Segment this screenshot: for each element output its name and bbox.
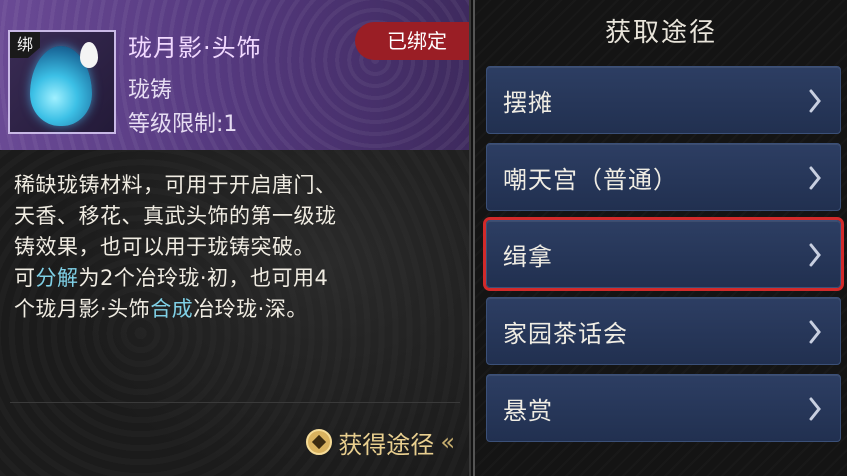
desc-line: 铸效果，也可以用于珑铸突破。 (14, 235, 315, 259)
desc-line: 个珑月影·头饰合成冶玲珑·深。 (14, 294, 454, 325)
source-panel: 获取途径 摆摊 嘲天宫（普通） 缉拿 家园茶话会 悬赏 (473, 0, 847, 476)
level-label: 等级限制 (128, 112, 217, 137)
item-description: 稀缺珑铸材料，可用于开启唐门、 天香、移花、真武头饰的第一级珑 铸效果，也可以用… (14, 170, 454, 325)
source-item-baitan[interactable]: 摆摊 (486, 66, 841, 134)
obtain-label: 获得途径 (338, 430, 435, 459)
desc-text: 为2个冶玲珑·初，也可用4 (78, 266, 329, 290)
bind-tag-icon: 绑 (10, 32, 40, 58)
decompose-link[interactable]: 分解 (36, 266, 79, 290)
double-chevron-left-icon: « (440, 428, 455, 456)
desc-line: 稀缺珑铸材料，可用于开启唐门、 (14, 173, 337, 197)
source-label: 嘲天宫（普通） (503, 165, 678, 194)
desc-text: 个珑月影·头饰 (14, 297, 151, 321)
source-item-bounty[interactable]: 悬赏 (486, 374, 841, 442)
synthesize-link[interactable]: 合成 (150, 297, 193, 321)
item-type: 珑铸 (128, 78, 173, 103)
chevron-right-icon (809, 243, 821, 267)
level-value: :1 (216, 112, 238, 137)
source-label: 缉拿 (503, 242, 553, 271)
item-icon-frame[interactable]: 绑 (8, 30, 116, 134)
item-level: 等级限制:1 (128, 106, 237, 138)
item-name: 珑月影·头饰 (128, 34, 262, 62)
source-label: 悬赏 (503, 396, 553, 425)
obtain-source-button[interactable]: 获得途径 « (306, 424, 455, 460)
desc-line: 可分解为2个冶玲珑·初，也可用4 (14, 263, 454, 294)
item-header: 绑 珑月影·头饰 珑铸 等级限制:1 已绑定 (0, 0, 469, 150)
source-label: 摆摊 (503, 88, 553, 117)
chevron-right-icon (809, 397, 821, 421)
desc-text: 冶玲珑·深。 (193, 297, 308, 321)
desc-text: 可 (14, 266, 36, 290)
source-item-tea-party[interactable]: 家园茶话会 (486, 297, 841, 365)
gold-coin-icon (306, 429, 333, 455)
droplet-icon (80, 42, 98, 68)
source-label: 家园茶话会 (503, 319, 628, 348)
bound-status-badge: 已绑定 (355, 22, 469, 60)
chevron-right-icon (809, 166, 821, 190)
source-list: 摆摊 嘲天宫（普通） 缉拿 家园茶话会 悬赏 (483, 66, 844, 451)
item-detail-panel: 绑 珑月影·头饰 珑铸 等级限制:1 已绑定 稀缺珑铸材料，可用于开启唐门、 天… (0, 0, 471, 476)
chevron-right-icon (809, 89, 821, 113)
source-item-jina[interactable]: 缉拿 (483, 217, 844, 291)
divider (10, 402, 460, 403)
chevron-right-icon (809, 320, 821, 344)
source-item-chaotiangong[interactable]: 嘲天宫（普通） (486, 143, 841, 211)
desc-line: 天香、移花、真武头饰的第一级珑 (14, 204, 337, 228)
panel-title: 获取途径 (604, 18, 717, 48)
